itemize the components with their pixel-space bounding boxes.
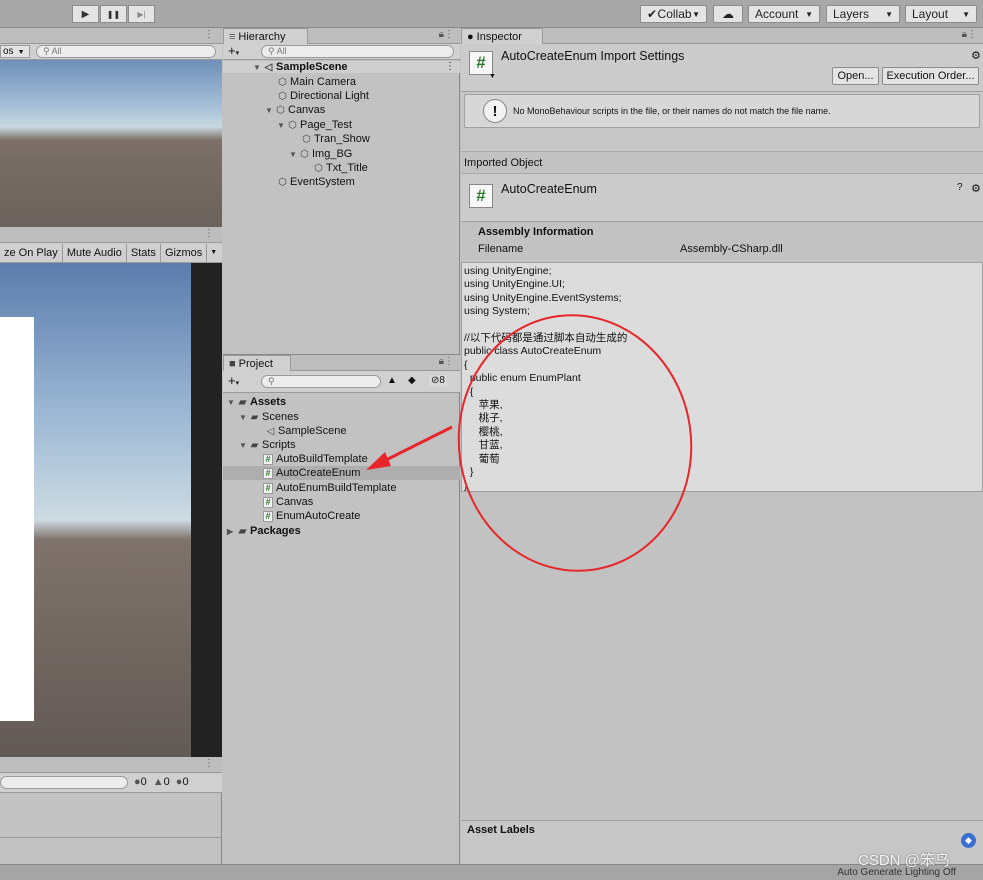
annotation-circle bbox=[457, 314, 693, 572]
annotation-arrow-line bbox=[381, 425, 453, 464]
annotation-arrow-head bbox=[366, 452, 391, 470]
annotation-overlay bbox=[366, 314, 693, 572]
